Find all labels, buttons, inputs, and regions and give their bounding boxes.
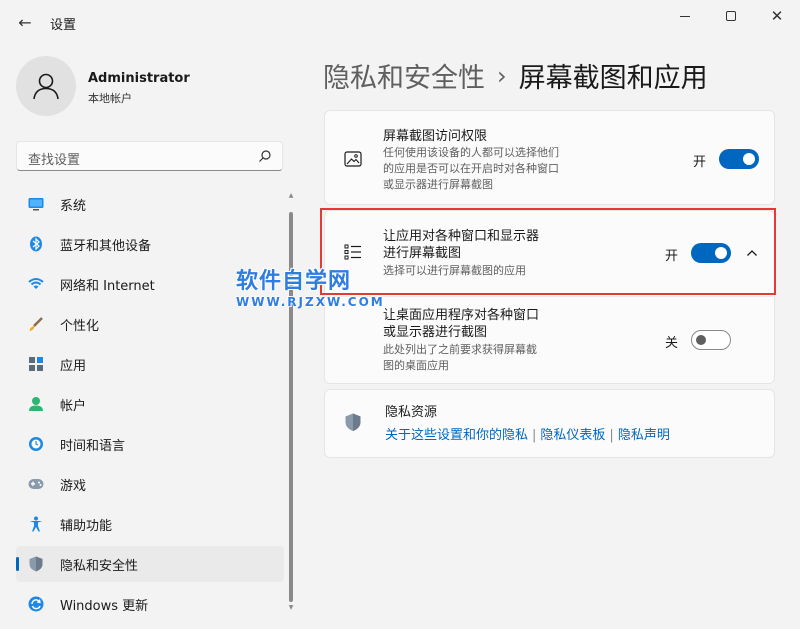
sidebar-item-apps[interactable]: 应用 <box>16 346 284 382</box>
user-name: Administrator <box>88 71 190 86</box>
watermark-sub: WWW.RJZXW.COM <box>236 295 385 309</box>
close-button[interactable]: ✕ <box>754 6 800 26</box>
sidebar-item-label: 应用 <box>60 358 87 374</box>
divider <box>325 296 774 297</box>
toggle-knob <box>696 335 706 345</box>
sidebar-item-label: 时间和语言 <box>60 438 126 454</box>
privacy-resources-card: 隐私资源 关于这些设置和你的隐私 | 隐私仪表板 | 隐私声明 <box>324 389 775 458</box>
back-arrow-icon: ← <box>18 13 32 32</box>
minimize-button[interactable] <box>662 6 708 26</box>
setting-description-line: 或显示器进行屏幕截图 <box>383 178 493 191</box>
scroll-down-icon[interactable]: ▼ <box>288 604 294 612</box>
sidebar-item-time-language[interactable]: 时间和语言 <box>16 426 284 462</box>
shield-icon <box>28 556 44 572</box>
sidebar-item-label: 帐户 <box>60 398 87 414</box>
apps-icon <box>28 356 44 372</box>
toggle-knob <box>743 153 755 165</box>
screenshot-access-toggle[interactable] <box>719 149 759 169</box>
toggle-state-label: 开 <box>693 155 707 170</box>
title-bar: ← 设置 ✕ <box>0 0 800 44</box>
app-title: 设置 <box>50 18 77 33</box>
sidebar-item-personalization[interactable]: 个性化 <box>16 306 284 342</box>
user-icon <box>33 73 59 100</box>
minimize-icon <box>680 15 690 17</box>
setting-title-line: 或显示器进行截图 <box>383 325 488 340</box>
account-icon <box>28 396 44 412</box>
privacy-statement-link[interactable]: 隐私声明 <box>618 428 670 443</box>
sidebar-scrollbar[interactable]: ▲ ▼ <box>288 192 294 612</box>
sidebar-item-gaming[interactable]: 游戏 <box>16 466 284 502</box>
sidebar-item-label: 蓝牙和其他设备 <box>60 238 152 254</box>
breadcrumb-parent[interactable]: 隐私和安全性 <box>323 56 485 95</box>
close-icon: ✕ <box>770 6 784 25</box>
screenshot-access-card: 屏幕截图访问权限 任何使用该设备的人都可以选择他们 的应用是否可以在开启时对各种… <box>324 110 775 205</box>
page-title: 屏幕截图和应用 <box>518 63 708 94</box>
avatar[interactable] <box>16 56 76 116</box>
setting-title-line: 让桌面应用程序对各种窗口 <box>383 308 540 323</box>
sidebar-item-label: 隐私和安全性 <box>60 558 139 574</box>
bluetooth-icon <box>28 236 44 252</box>
maximize-button[interactable] <box>708 6 754 26</box>
setting-description-line: 任何使用该设备的人都可以选择他们 <box>383 146 559 159</box>
desktop-apps-screenshot-toggle[interactable] <box>691 330 731 350</box>
search-icon <box>259 150 271 162</box>
brush-icon <box>28 316 44 332</box>
setting-description-line: 此处列出了之前要求获得屏幕截 <box>383 343 537 356</box>
breadcrumb: 隐私和安全性 › 屏幕截图和应用 <box>323 56 708 95</box>
sidebar-item-accessibility[interactable]: 辅助功能 <box>16 506 284 542</box>
watermark-main: 软件自学网 <box>236 269 352 294</box>
sidebar-item-label: 系统 <box>60 198 87 214</box>
account-type: 本地帐户 <box>88 92 132 105</box>
privacy-links: 关于这些设置和你的隐私 | 隐私仪表板 | 隐私声明 <box>385 424 670 443</box>
time-language-icon <box>28 436 44 452</box>
wifi-icon <box>28 276 44 292</box>
sidebar-item-label: 游戏 <box>60 478 87 494</box>
highlight-box <box>320 208 776 295</box>
link-separator: | <box>609 428 614 443</box>
sidebar-item-accounts[interactable]: 帐户 <box>16 386 284 422</box>
privacy-dashboard-link[interactable]: 隐私仪表板 <box>540 428 605 443</box>
setting-description-line: 的应用是否可以在开启时对各种窗口 <box>383 162 559 175</box>
back-button[interactable]: ← <box>14 12 36 34</box>
search-input[interactable]: 查找设置 <box>16 141 283 171</box>
sidebar-item-privacy-security[interactable]: 隐私和安全性 <box>16 546 284 582</box>
search-placeholder: 查找设置 <box>28 153 81 168</box>
update-icon <box>28 596 44 612</box>
sidebar-item-windows-update[interactable]: Windows 更新 <box>16 586 284 622</box>
sidebar-item-label: Windows 更新 <box>60 598 149 614</box>
image-icon <box>344 151 362 167</box>
sidebar-item-system[interactable]: 系统 <box>16 186 284 222</box>
sidebar-item-label: 网络和 Internet <box>60 278 155 294</box>
breadcrumb-separator: › <box>497 61 507 90</box>
sidebar-item-label: 个性化 <box>60 318 100 334</box>
setting-title: 屏幕截图访问权限 <box>383 129 488 144</box>
section-title: 隐私资源 <box>385 405 438 420</box>
scroll-up-icon[interactable]: ▲ <box>288 192 294 200</box>
gamepad-icon <box>28 476 44 492</box>
link-separator: | <box>532 428 537 443</box>
privacy-settings-link[interactable]: 关于这些设置和你的隐私 <box>385 428 528 443</box>
setting-description-line: 图的桌面应用 <box>383 359 449 372</box>
accessibility-icon <box>28 516 44 532</box>
toggle-state-label: 关 <box>665 336 679 351</box>
system-icon <box>28 196 44 212</box>
sidebar-item-bluetooth[interactable]: 蓝牙和其他设备 <box>16 226 284 262</box>
shield-icon <box>345 413 361 431</box>
sidebar-item-label: 辅助功能 <box>60 518 113 534</box>
sidebar-nav: 系统 蓝牙和其他设备 网络和 Internet 个性化 应用 帐户 时间和语言 … <box>16 186 284 626</box>
watermark: 软件自学网 WWW.RJZXW.COM <box>236 263 385 309</box>
maximize-icon <box>726 11 736 21</box>
